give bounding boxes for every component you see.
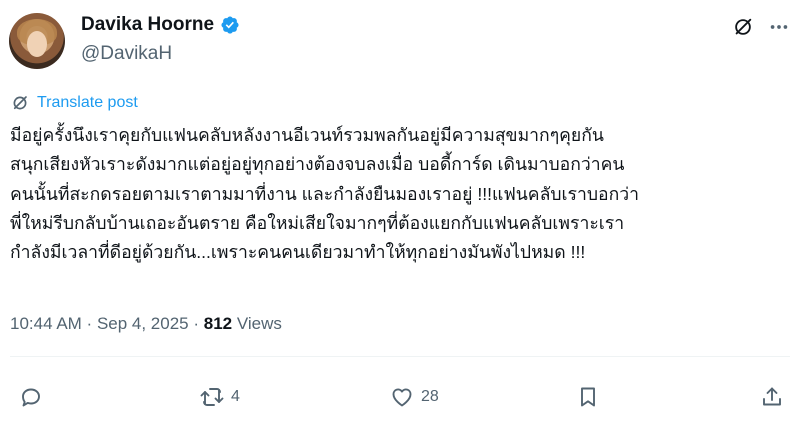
repost-count: 4 <box>231 388 240 405</box>
verified-badge-icon <box>221 16 239 34</box>
post-time[interactable]: 10:44 AM <box>10 314 82 333</box>
post-date[interactable]: Sep 4, 2025 <box>97 314 189 333</box>
translate-post-label[interactable]: Translate post <box>37 94 138 112</box>
post-line: พี่ใหม่รีบกลับบ้านเถอะอันตราย คือใหม่เสี… <box>10 212 625 233</box>
views-label: Views <box>232 314 282 333</box>
meta-separator: · <box>81 314 97 333</box>
post-text: มีอยู่ครั้งนึงเราคุยกับแฟนคลับหลังงานอีเ… <box>10 121 795 267</box>
more-icon[interactable] <box>768 16 790 38</box>
author-name-row: Davika Hoorne <box>81 14 240 36</box>
action-bar: 4 28 <box>0 380 800 414</box>
post-line: กำลังมีเวลาที่ดีอยู่ด้วยกัน...เพราะคนคนเ… <box>10 242 586 263</box>
avatar-face <box>27 31 47 57</box>
post-line: สนุกเสียงหัวเราะดังมากแต่อยู่อยู่ทุกอย่า… <box>10 154 625 175</box>
like-count: 28 <box>421 388 439 405</box>
reply-button[interactable] <box>19 385 49 409</box>
author-handle[interactable]: @DavikaH <box>81 43 172 65</box>
author-display-name[interactable]: Davika Hoorne <box>81 14 214 36</box>
post-top-actions <box>732 16 790 38</box>
divider <box>10 356 790 357</box>
meta-separator: · <box>188 314 204 333</box>
heart-icon <box>392 388 412 407</box>
repost-button[interactable]: 4 <box>199 385 240 409</box>
repost-icon <box>200 388 224 406</box>
reply-icon <box>22 388 40 407</box>
like-button[interactable]: 28 <box>389 385 439 409</box>
avatar[interactable] <box>9 13 65 69</box>
post-line: มีอยู่ครั้งนึงเราคุยกับแฟนคลับหลังงานอีเ… <box>10 125 604 145</box>
share-button[interactable] <box>760 385 784 409</box>
post-meta: 10:44 AM · Sep 4, 2025 · 812 Views <box>10 314 282 334</box>
translate-post-link[interactable]: Translate post <box>11 94 138 112</box>
share-icon <box>763 387 781 406</box>
post-line: คนนั้นที่สะกดรอยตามเราตามมาที่งาน และกำล… <box>10 183 640 204</box>
bookmark-icon <box>581 387 595 407</box>
bookmark-button[interactable] <box>576 385 600 409</box>
grok-icon[interactable] <box>732 16 754 38</box>
views-count: 812 <box>203 314 233 333</box>
translate-icon <box>13 96 27 110</box>
